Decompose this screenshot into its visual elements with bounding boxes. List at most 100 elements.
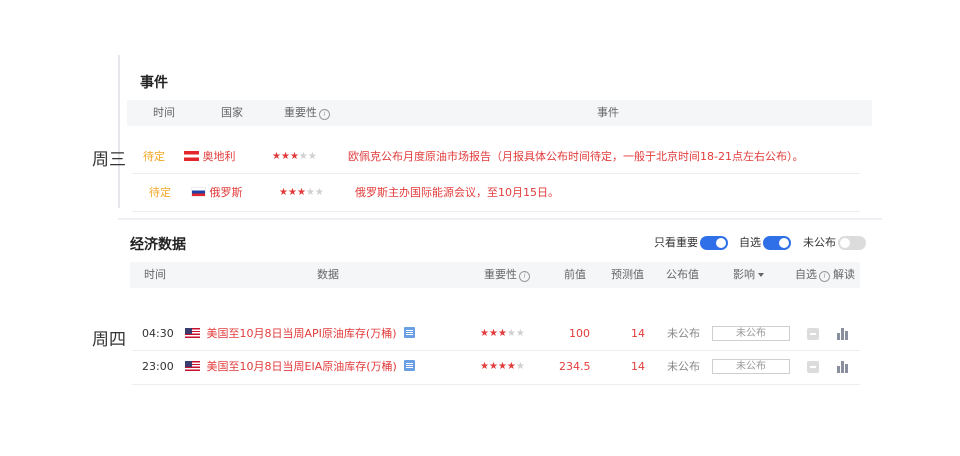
section-separator [118,218,882,220]
econ-actual: 未公布 [667,327,700,340]
event-row[interactable]: 待定 奥地利 ★★★★★ 欧佩克公布月度原油市场报告（月报具体公布时间待定，一般… [127,141,860,173]
impact-box: 未公布 [712,359,790,374]
star-filled-icon: ★ [280,151,290,162]
star-filled-icon: ★ [480,328,489,339]
importance-stars: ★★★★★ [480,326,525,342]
importance-stars: ★★★★★ [272,149,317,165]
event-country-name: 俄罗斯 [209,186,243,199]
star-filled-icon: ★ [488,328,498,339]
row-divider [132,173,860,174]
events-section-title: 事件 [140,75,168,91]
event-country: 俄罗斯 [191,185,243,201]
toggle-knob [779,238,789,248]
toggle-knob [716,238,726,248]
russia-flag-icon [191,187,206,197]
watchlist-add-checkbox[interactable] [807,361,819,373]
econ-header-actual: 公布值 [666,268,699,281]
star-filled-icon: ★ [497,361,507,372]
important-only-toggle[interactable] [700,236,728,250]
watchlist-toggle[interactable] [763,236,791,250]
econ-row[interactable]: 23:00 美国至10月8日当周EIA原油库存(万桶) ★★★★★ 234.5 … [130,351,860,383]
star-empty-icon: ★ [506,328,516,339]
star-empty-icon: ★ [305,187,315,198]
econ-indicator-name: 美国至10月8日当周API原油库存(万桶) [206,327,397,340]
document-icon[interactable] [403,327,415,338]
us-flag-icon [185,328,200,338]
econ-indicator[interactable]: 美国至10月8日当周API原油库存(万桶) [185,326,415,342]
star-empty-icon: ★ [314,187,324,198]
econ-table-header: 时间 数据 重要性 i 前值 预测值 公布值 影响 自选 i 解读 [130,262,860,288]
sort-caret-icon [758,273,764,277]
econ-header-prev: 前值 [564,268,586,281]
events-header-event: 事件 [597,106,619,119]
econ-header-watch: 自选 i [795,262,830,288]
info-icon[interactable]: i [519,271,530,282]
chart-bars-icon[interactable] [837,328,849,340]
importance-stars: ★★★★★ [279,185,324,201]
document-icon[interactable] [404,360,416,371]
econ-actual: 未公布 [667,360,700,373]
toggle-knob [840,238,850,248]
day-label-thursday: 周四 [92,330,126,350]
econ-header-forecast: 预测值 [611,268,644,281]
econ-header-time: 时间 [144,268,166,281]
star-filled-icon: ★ [289,151,299,162]
econ-header-data: 数据 [317,268,339,281]
unpublished-toggle[interactable] [838,236,866,250]
econ-forecast: 14 [631,360,645,373]
star-filled-icon: ★ [287,187,297,198]
star-empty-icon: ★ [307,151,317,162]
event-time: 待定 [143,150,165,163]
impact-box: 未公布 [712,326,790,341]
star-empty-icon: ★ [298,151,308,162]
star-filled-icon: ★ [488,361,498,372]
econ-header-impact-label: 影响 [733,268,755,281]
econ-time: 23:00 [142,360,174,373]
row-divider [132,384,860,385]
events-header-country: 国家 [221,106,243,119]
day-label-wednesday: 周三 [92,150,126,170]
econ-indicator-name: 美国至10月8日当周EIA原油库存(万桶) [206,360,397,373]
event-country-name: 奥地利 [202,150,236,163]
econ-prev: 100 [569,327,590,340]
econ-forecast: 14 [631,327,645,340]
toggle-label-unpublished: 未公布 [803,236,836,249]
star-empty-icon: ★ [515,328,525,339]
events-table-header: 时间 国家 重要性 i 事件 [127,100,872,126]
event-row[interactable]: 待定 俄罗斯 ★★★★★ 俄罗斯主办国际能源会议，至10月15日。 [127,177,860,209]
events-header-time: 时间 [153,106,175,119]
event-text[interactable]: 欧佩克公布月度原油市场报告（月报具体公布时间待定，一般于北京时间18-21点左右… [348,149,803,165]
events-left-border [118,55,120,208]
star-filled-icon: ★ [497,328,507,339]
events-header-importance-label: 重要性 [284,106,317,119]
info-icon[interactable]: i [819,271,830,282]
econ-section-title: 经济数据 [130,237,186,253]
econ-prev: 234.5 [559,360,591,373]
star-filled-icon: ★ [272,151,281,162]
event-country: 奥地利 [184,149,236,165]
austria-flag-icon [184,151,199,161]
econ-header-impact[interactable]: 影响 [733,262,764,288]
toggle-label-watchlist: 自选 [739,236,761,249]
chart-bars-icon[interactable] [837,361,849,373]
us-flag-icon [185,361,200,371]
star-filled-icon: ★ [480,361,489,372]
econ-header-importance: 重要性 i [484,262,530,288]
watchlist-add-checkbox[interactable] [807,328,819,340]
row-divider [132,211,860,212]
star-empty-icon: ★ [515,361,525,372]
star-filled-icon: ★ [279,187,288,198]
econ-row[interactable]: 04:30 美国至10月8日当周API原油库存(万桶) ★★★★★ 100 14… [130,318,860,350]
econ-header-importance-label: 重要性 [484,268,517,281]
star-filled-icon: ★ [506,361,516,372]
econ-time: 04:30 [142,327,174,340]
econ-indicator[interactable]: 美国至10月8日当周EIA原油库存(万桶) [185,359,416,375]
event-text[interactable]: 俄罗斯主办国际能源会议，至10月15日。 [355,185,559,201]
star-filled-icon: ★ [296,187,306,198]
event-time: 待定 [149,186,171,199]
info-icon[interactable]: i [319,109,330,120]
toggle-label-important: 只看重要 [654,236,698,249]
econ-header-watch-label: 自选 [795,268,817,281]
events-header-importance: 重要性 i [284,100,330,126]
importance-stars: ★★★★★ [480,359,525,375]
